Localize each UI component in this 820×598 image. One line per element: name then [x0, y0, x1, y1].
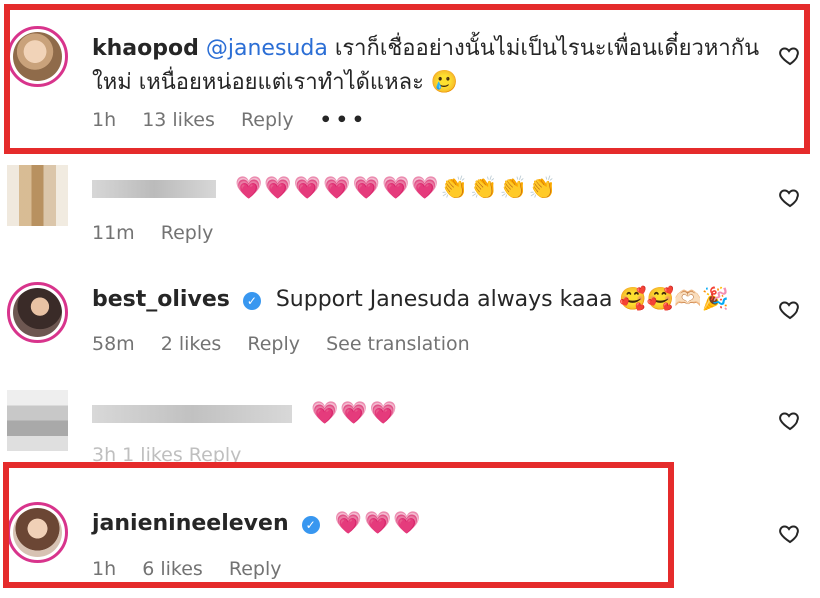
reply-button[interactable]: Reply — [241, 109, 294, 131]
reply-button[interactable]: Reply — [161, 222, 214, 244]
comment-text: Support Janesuda always kaaa 🥰🥰🫶🏻🎉 — [275, 287, 730, 312]
comment-thread: khaopod @janesuda เราก็เชื่ออย่างนั้นไม่… — [0, 0, 820, 598]
avatar[interactable] — [7, 26, 68, 87]
heart-icon — [779, 301, 799, 320]
heart-icon — [779, 412, 799, 431]
likes-count[interactable]: 13 likes — [142, 109, 215, 131]
comment-text-line: best_olives ✓ Support Janesuda always ka… — [92, 285, 729, 315]
comment-anonymous-2: 💗💗💗 3h 1 likes Reply — [0, 383, 820, 466]
username[interactable]: best_olives — [92, 287, 230, 312]
comment-meta: 11m Reply — [92, 221, 233, 245]
avatar[interactable] — [7, 502, 68, 563]
see-translation-link[interactable]: See translation — [326, 333, 470, 355]
blurred-username — [92, 405, 292, 423]
more-options-button[interactable]: ••• — [320, 109, 368, 131]
comment-text-line-1: khaopod @janesuda เราก็เชื่ออย่างนั้นไม่… — [92, 34, 759, 64]
avatar[interactable] — [7, 390, 68, 451]
comment-text-line-2: ใหม่ เหนื่อยหน่อยแต่เราทำได้แหละ 🥲 — [92, 68, 458, 98]
username[interactable]: janienineeleven — [92, 511, 289, 536]
comment-meta: 1h 6 likes Reply — [92, 557, 301, 581]
verified-badge-icon: ✓ — [242, 292, 261, 310]
comment-emoji: 💗💗💗 — [311, 401, 400, 426]
heart-icon — [779, 525, 799, 544]
comment-text: ใหม่ เหนื่อยหน่อยแต่เราทำได้แหละ 🥲 — [92, 70, 459, 95]
reply-button[interactable]: Reply — [229, 558, 282, 580]
blurred-username — [92, 180, 216, 198]
verified-badge-icon: ✓ — [301, 516, 320, 534]
comment-text: เราก็เชื่ออย่างนั้นไม่เป็นไรนะเพื่อนเดี๋… — [334, 36, 760, 61]
comment-meta: 3h 1 likes Reply — [92, 443, 261, 467]
avatar[interactable] — [7, 282, 68, 343]
timestamp: 11m — [92, 222, 135, 244]
like-button[interactable] — [778, 44, 802, 68]
likes-count[interactable]: 2 likes — [161, 333, 222, 355]
like-button[interactable] — [778, 522, 802, 546]
comment-text-line: 💗💗💗💗💗💗💗👏👏👏👏 — [92, 174, 558, 204]
comment-meta: 1h 13 likes Reply ••• — [92, 108, 388, 132]
comment-meta: 58m 2 likes Reply See translation — [92, 332, 490, 356]
comment-best-olives: best_olives ✓ Support Janesuda always ka… — [0, 270, 820, 370]
comment-text-line: 💗💗💗 — [92, 399, 399, 429]
likes-count[interactable]: 6 likes — [142, 558, 203, 580]
obscured-meta: 3h 1 likes Reply — [92, 444, 242, 466]
timestamp: 58m — [92, 333, 135, 355]
comment-janienineeleven: janienineeleven ✓ 💗💗💗 1h 6 likes Reply — [0, 474, 820, 594]
comment-khaopod: khaopod @janesuda เราก็เชื่ออย่างนั้นไม่… — [0, 0, 820, 150]
timestamp: 1h — [92, 558, 117, 580]
timestamp: 1h — [92, 109, 117, 131]
like-button[interactable] — [778, 409, 802, 433]
like-button[interactable] — [778, 186, 802, 210]
mention-link[interactable]: @janesuda — [206, 36, 328, 61]
like-button[interactable] — [778, 298, 802, 322]
comment-text-line: janienineeleven ✓ 💗💗💗 — [92, 509, 423, 539]
avatar[interactable] — [7, 165, 68, 226]
heart-icon — [779, 47, 799, 66]
comment-anonymous-1: 💗💗💗💗💗💗💗👏👏👏👏 11m Reply — [0, 160, 820, 260]
reply-button[interactable]: Reply — [247, 333, 300, 355]
heart-icon — [779, 189, 799, 208]
comment-emoji: 💗💗💗💗💗💗💗👏👏👏👏 — [235, 176, 559, 201]
username[interactable]: khaopod — [92, 36, 199, 61]
comment-emoji: 💗💗💗 — [334, 511, 423, 536]
